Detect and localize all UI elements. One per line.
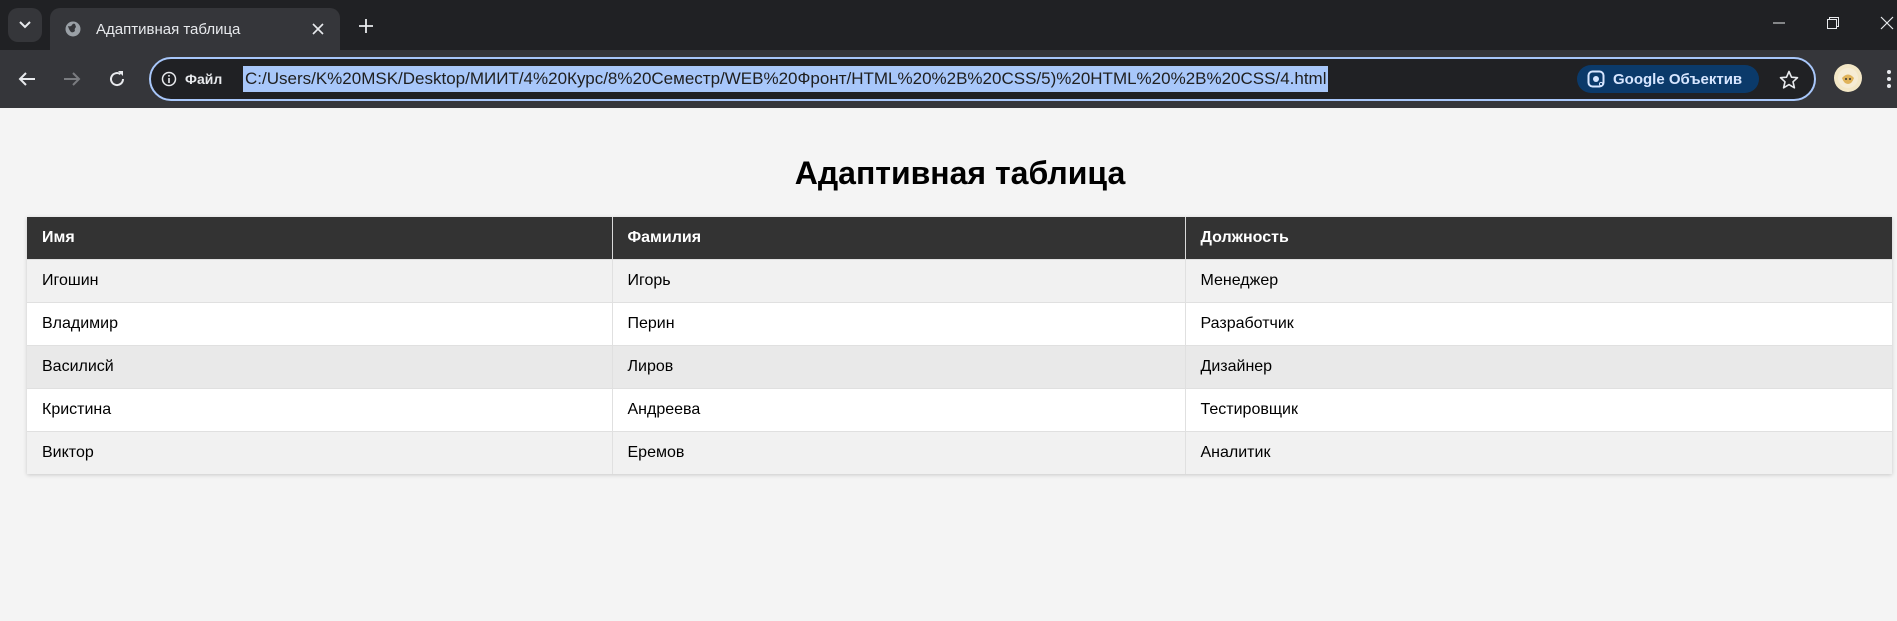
star-icon — [1779, 70, 1799, 89]
employees-table: Имя Фамилия Должность Игошин Игорь Менед… — [27, 217, 1892, 474]
site-info-button[interactable]: Файл — [161, 68, 222, 90]
lens-label: Google Объектив — [1613, 70, 1743, 88]
page-title: Адаптивная таблица — [794, 155, 1126, 191]
dot-icon — [1887, 77, 1891, 81]
minimize-button[interactable] — [1756, 8, 1802, 38]
profile-avatar[interactable] — [1834, 64, 1862, 92]
active-tab[interactable]: Адаптивная таблица — [50, 8, 340, 50]
window-close-button[interactable] — [1864, 8, 1897, 38]
table-cell: Кристина — [27, 387, 613, 431]
url-text[interactable]: C:/Users/K%20MSK/Desktop/МИИТ/4%20Курс/8… — [243, 66, 1329, 92]
table-header-row: Имя Фамилия Должность — [27, 217, 1892, 259]
table-cell: Еремов — [612, 430, 1186, 474]
bookmark-star-button[interactable] — [1776, 67, 1802, 93]
chevron-down-icon — [19, 21, 31, 29]
table-row: Владимир Перин Разработчик — [27, 301, 1892, 345]
forward-button[interactable] — [56, 63, 88, 95]
new-tab-button[interactable] — [352, 12, 380, 40]
page-content: Адаптивная таблица Имя Фамилия Должность… — [0, 108, 1897, 621]
plus-icon — [359, 19, 373, 33]
arrow-right-icon — [64, 72, 81, 86]
close-icon[interactable] — [308, 19, 328, 39]
table-cell: Игорь — [612, 258, 1186, 302]
tab-title: Адаптивная таблица — [96, 20, 241, 38]
address-bar[interactable]: Файл C:/Users/K%20MSK/Desktop/МИИТ/4%20К… — [149, 57, 1816, 101]
table-cell: Андреева — [612, 387, 1186, 431]
table-cell: Аналитик — [1185, 430, 1892, 474]
table-cell: Перин — [612, 301, 1186, 345]
table-cell: Лиров — [612, 344, 1186, 388]
close-icon — [1880, 16, 1894, 30]
dot-icon — [1887, 70, 1891, 74]
lens-icon — [1587, 70, 1605, 88]
browser-toolbar: Файл C:/Users/K%20MSK/Desktop/МИИТ/4%20К… — [0, 50, 1897, 108]
reload-button[interactable] — [101, 63, 133, 95]
dot-icon — [1887, 84, 1891, 88]
table-cell: Менеджер — [1185, 258, 1892, 302]
avatar-icon — [1838, 68, 1858, 88]
column-header-last-name: Фамилия — [612, 217, 1186, 259]
reload-icon — [110, 71, 125, 87]
employees-table-container: Имя Фамилия Должность Игошин Игорь Менед… — [27, 217, 1892, 474]
browser-menu-button[interactable] — [1882, 64, 1896, 94]
table-row: Кристина Андреева Тестировщик — [27, 387, 1892, 431]
tab-search-button[interactable] — [8, 8, 42, 42]
restore-button[interactable] — [1810, 8, 1856, 38]
restore-icon — [1827, 17, 1839, 29]
globe-icon — [64, 20, 82, 38]
table-row: Василисй Лиров Дизайнер — [27, 344, 1892, 388]
minimize-icon — [1773, 22, 1785, 24]
table-cell: Владимир — [27, 301, 613, 345]
table-cell: Дизайнер — [1185, 344, 1892, 388]
browser-titlebar: Адаптивная таблица — [0, 0, 1897, 50]
table-row: Виктор Еремов Аналитик — [27, 430, 1892, 474]
info-icon — [161, 71, 177, 87]
column-header-first-name: Имя — [27, 217, 613, 259]
arrow-left-icon — [18, 72, 35, 86]
google-lens-button[interactable]: Google Объектив — [1577, 65, 1759, 93]
table-cell: Игошин — [27, 258, 613, 302]
table-cell: Разработчик — [1185, 301, 1892, 345]
table-cell: Виктор — [27, 430, 613, 474]
table-cell: Тестировщик — [1185, 387, 1892, 431]
table-row: Игошин Игорь Менеджер — [27, 258, 1892, 302]
column-header-position: Должность — [1185, 217, 1892, 259]
table-cell: Василисй — [27, 344, 613, 388]
back-button[interactable] — [11, 63, 43, 95]
site-info-label: Файл — [185, 71, 223, 87]
